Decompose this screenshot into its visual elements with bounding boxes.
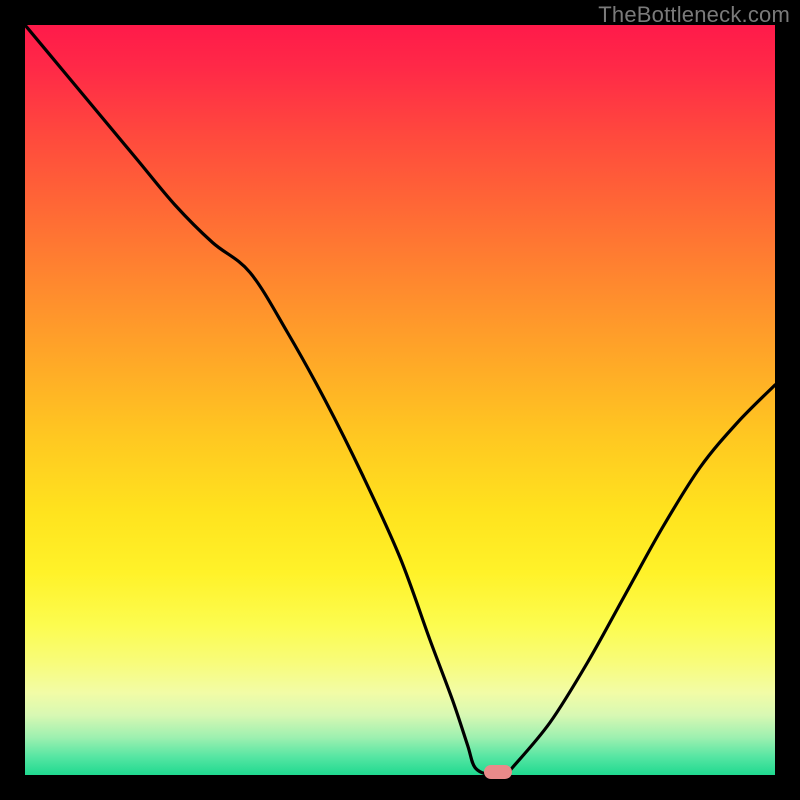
bottleneck-curve: [25, 25, 775, 775]
optimum-marker: [484, 765, 512, 779]
curve-svg: [25, 25, 775, 775]
chart-frame: TheBottleneck.com: [0, 0, 800, 800]
plot-area: [25, 25, 775, 775]
